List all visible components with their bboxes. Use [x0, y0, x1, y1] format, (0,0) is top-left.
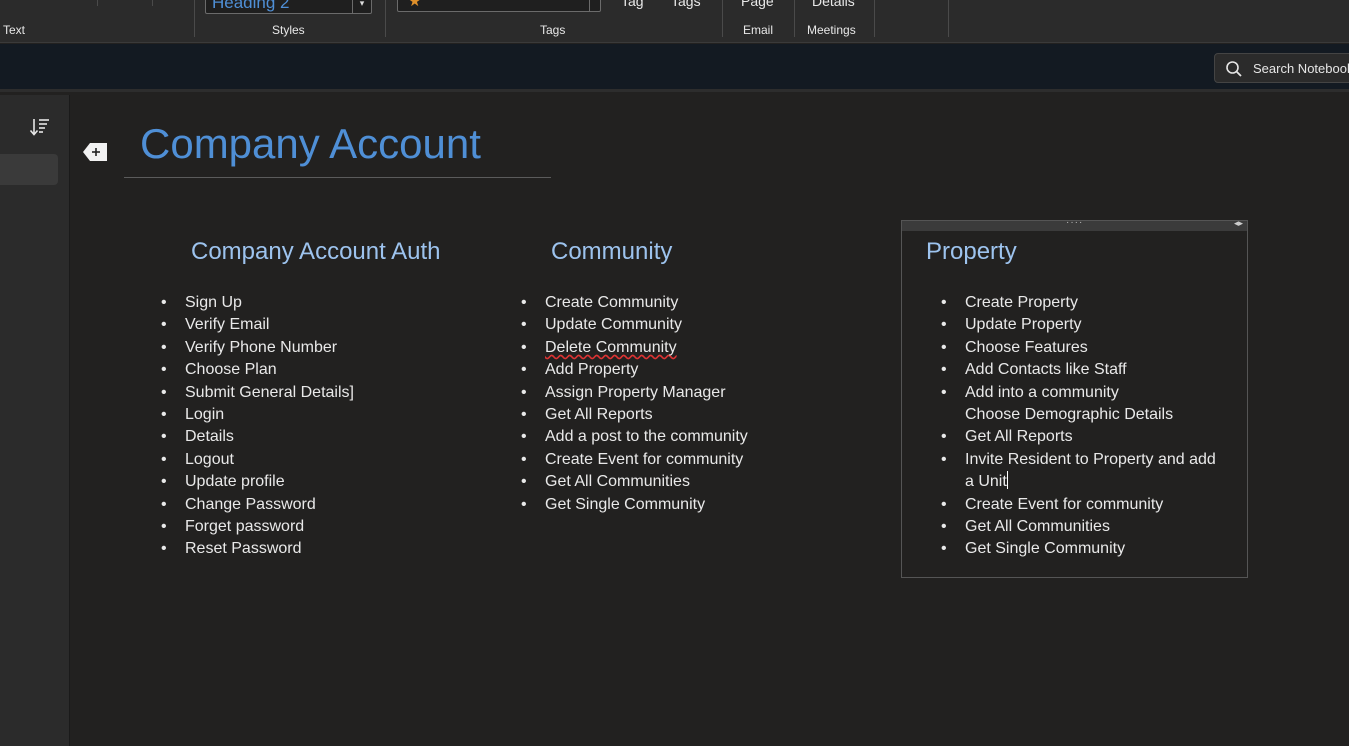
ribbon-divider — [194, 0, 195, 37]
search-icon — [1226, 61, 1242, 77]
list-item[interactable]: Forget password — [161, 516, 354, 539]
meeting-details-button[interactable]: Details — [812, 0, 855, 9]
search-input[interactable]: Search Notebooks — [1214, 53, 1349, 83]
title-underline — [124, 177, 551, 178]
search-bar: Search Notebooks — [0, 44, 1349, 92]
group-label-styles: Styles — [272, 23, 305, 37]
list-item[interactable]: Submit General Details] — [161, 382, 354, 405]
list-item[interactable]: Assign Property Manager — [521, 382, 748, 405]
resize-arrows-icon[interactable]: ◂▸ — [1234, 218, 1243, 229]
property-list: Create Property Update Property Choose F… — [941, 292, 1216, 561]
spellcheck-flagged-text[interactable]: Delete Community — [545, 339, 677, 356]
ribbon-divider — [722, 0, 723, 37]
list-item[interactable]: Get Single Community — [521, 494, 748, 517]
search-placeholder: Search Notebooks — [1253, 61, 1349, 76]
email-page-button[interactable]: Page — [741, 0, 774, 9]
list-item[interactable]: Logout — [161, 449, 354, 472]
find-tags-button[interactable]: Tags — [671, 0, 701, 9]
list-item[interactable]: Create Property — [941, 292, 1216, 315]
list-item-text[interactable]: a Unit — [965, 473, 1007, 490]
list-item[interactable]: Update Community — [521, 314, 748, 337]
list-item[interactable]: Invite Resident to Property and add — [941, 449, 1216, 472]
list-item[interactable]: Add into a community — [941, 382, 1216, 405]
group-label-email: Email — [743, 23, 774, 37]
list-item[interactable]: Get All Reports — [521, 404, 748, 427]
list-item[interactable]: Add Property — [521, 359, 748, 382]
list-item[interactable]: Get Single Community — [941, 538, 1216, 561]
ribbon-divider — [874, 0, 875, 37]
ribbon-divider — [948, 0, 949, 37]
ribbon-divider — [97, 0, 98, 6]
tag-selector[interactable]: ★ — [397, 0, 601, 12]
list-item[interactable]: Update Property — [941, 314, 1216, 337]
column-heading-property[interactable]: Property — [926, 238, 1017, 266]
list-item[interactable]: Choose Plan — [161, 359, 354, 382]
ribbon-divider — [152, 0, 153, 6]
page-title[interactable]: Company Account — [140, 120, 481, 168]
list-item[interactable]: Update profile — [161, 471, 354, 494]
group-label-text: Text — [3, 23, 26, 37]
list-item[interactable]: Get All Reports — [941, 426, 1216, 449]
column-heading-auth[interactable]: Company Account Auth — [191, 238, 441, 266]
page-list-sidebar — [0, 95, 70, 746]
list-item[interactable]: Details — [161, 426, 354, 449]
selected-page-item[interactable] — [0, 154, 58, 185]
style-selector-value: Heading 2 — [212, 0, 290, 12]
list-item[interactable]: Reset Password — [161, 538, 354, 561]
column-heading-community[interactable]: Community — [551, 238, 672, 266]
ribbon: Heading 2 ▾ ★ Tag Tags Page Details Text… — [0, 0, 1349, 43]
list-item[interactable]: Change Password — [161, 494, 354, 517]
list-item[interactable]: Choose Features — [941, 337, 1216, 360]
list-item[interactable]: Create Community — [521, 292, 748, 315]
move-handle-icon[interactable]: ···· ◂▸ — [902, 217, 1247, 231]
list-item[interactable]: Add a post to the community — [521, 426, 748, 449]
style-selector[interactable]: Heading 2 ▾ — [205, 0, 372, 14]
list-item[interactable]: Login — [161, 404, 354, 427]
list-item-continuation[interactable]: Choose Demographic Details — [965, 404, 1216, 426]
list-item[interactable]: Delete Community — [521, 337, 748, 360]
text-cursor — [1006, 471, 1008, 490]
community-list: Create Community Update Community Delete… — [521, 292, 748, 517]
list-item[interactable]: Verify Email — [161, 314, 354, 337]
list-item[interactable]: Verify Phone Number — [161, 337, 354, 360]
add-tag-icon[interactable] — [82, 141, 108, 163]
group-label-meetings: Meetings — [807, 23, 856, 37]
list-item[interactable]: Sign Up — [161, 292, 354, 315]
ribbon-divider — [385, 0, 386, 37]
tag-button[interactable]: Tag — [621, 0, 644, 9]
star-icon: ★ — [408, 0, 422, 10]
ribbon-divider — [794, 0, 795, 37]
sort-icon[interactable] — [28, 115, 52, 139]
list-item[interactable]: Get All Communities — [521, 471, 748, 494]
chevron-down-icon[interactable]: ▾ — [352, 0, 371, 13]
chevron-down-icon[interactable] — [589, 0, 600, 11]
list-item[interactable]: Create Event for community — [521, 449, 748, 472]
list-item-continuation[interactable]: a Unit — [965, 471, 1216, 493]
drag-dots: ···· — [1066, 217, 1084, 228]
list-item[interactable]: Create Event for community — [941, 494, 1216, 517]
group-label-tags: Tags — [540, 23, 566, 37]
list-item[interactable]: Add Contacts like Staff — [941, 359, 1216, 382]
list-item[interactable]: Get All Communities — [941, 516, 1216, 539]
auth-list: Sign Up Verify Email Verify Phone Number… — [161, 292, 354, 561]
